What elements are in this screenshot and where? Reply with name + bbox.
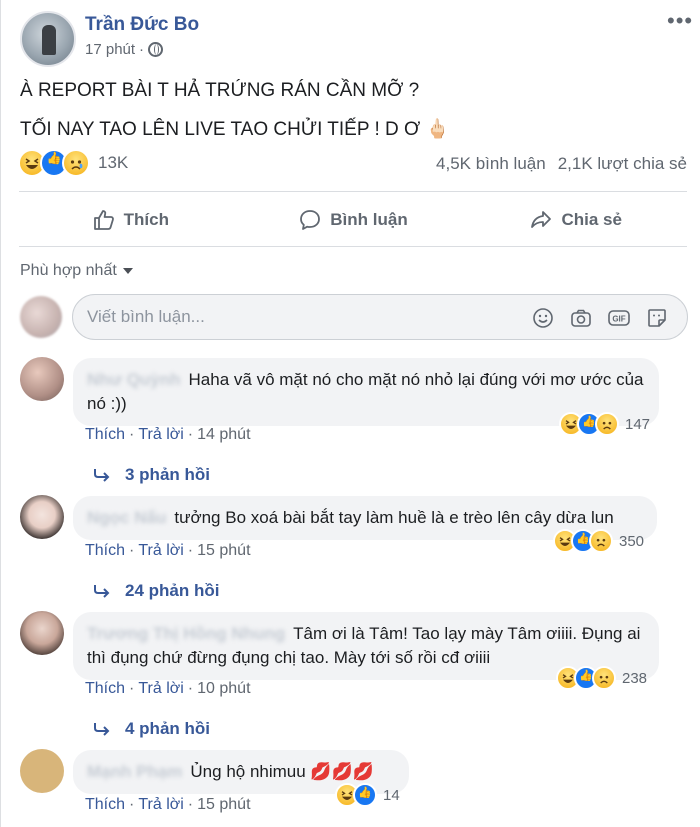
reaction-count: 13K (98, 153, 129, 172)
meta-separator: · (139, 41, 145, 58)
comment-like-link[interactable]: Thích (85, 542, 125, 559)
commenter-name[interactable]: Như Quỳnh (87, 370, 181, 389)
replies-count: 24 phản hồi (125, 581, 220, 600)
comment-actions: Thích · Trả lời · 15 phút (85, 542, 251, 559)
comment-reaction-count: 350 (619, 532, 645, 550)
author-avatar[interactable] (20, 11, 76, 67)
comment-reply-link[interactable]: Trả lời (138, 426, 183, 443)
action-bar: Thích Bình luận Chia sẻ (19, 196, 687, 244)
comment-reply-link[interactable]: Trả lời (138, 680, 183, 697)
author-name[interactable]: Trần Đức Bo (85, 14, 199, 36)
comment-time[interactable]: 15 phút (197, 542, 250, 559)
comment-sort-dropdown[interactable]: Phù hợp nhất (20, 262, 133, 280)
sticker-icon[interactable] (645, 306, 669, 330)
post-card: Trần Đức Bo 17 phút · ••• À REPORT BÀI T… (0, 0, 700, 827)
comment-time[interactable]: 14 phút (197, 426, 250, 443)
current-user-avatar (20, 296, 62, 338)
share-button[interactable]: Chia sẻ (464, 196, 687, 244)
svg-text:GIF: GIF (612, 315, 625, 324)
divider (19, 191, 687, 192)
divider (19, 246, 687, 247)
post-text-line: TỐI NAY TAO LÊN LIVE TAO CHỬI TIẾP ! D Ơ… (20, 119, 450, 140)
comment-button[interactable]: Bình luận (242, 196, 465, 244)
comment-reply-link[interactable]: Trả lời (138, 542, 183, 559)
reply-arrow-icon (94, 585, 110, 598)
comment-actions: Thích · Trả lời · 15 phút (85, 796, 251, 813)
comment-reaction-count: 238 (622, 669, 648, 687)
commenter-avatar[interactable] (20, 611, 64, 655)
sort-label: Phù hợp nhất (20, 262, 117, 279)
comment-reactions[interactable]: 14 (335, 782, 400, 808)
view-replies-link[interactable]: 3 phản hồi (93, 465, 210, 485)
share-button-label: Chia sẻ (561, 210, 622, 229)
comment-actions: Thích · Trả lời · 14 phút (85, 426, 251, 443)
comment-time[interactable]: 10 phút (197, 680, 250, 697)
comment-bubble-icon (300, 210, 321, 230)
share-arrow-icon (531, 211, 552, 228)
comment-reaction-count: 14 (383, 786, 400, 804)
sad-reaction-icon (62, 149, 90, 177)
view-replies-link[interactable]: 4 phản hồi (93, 719, 210, 739)
post-time[interactable]: 17 phút (85, 41, 135, 58)
like-button[interactable]: Thích (19, 196, 242, 244)
comment-actions: Thích · Trả lời · 10 phút (85, 680, 251, 697)
reply-arrow-icon (94, 469, 110, 482)
commenter-avatar[interactable] (20, 495, 64, 539)
camera-icon[interactable] (569, 306, 593, 330)
sad-reaction-icon (592, 666, 616, 690)
shares-count-link[interactable]: 2,1K lượt chia sẻ (558, 154, 687, 174)
like-reaction-icon (353, 783, 377, 807)
comment-input[interactable] (87, 306, 507, 328)
sad-reaction-icon (595, 412, 619, 436)
comment-text: tưởng Bo xoá bài bắt tay làm huề là e tr… (174, 508, 614, 527)
comment-like-link[interactable]: Thích (85, 426, 125, 443)
comment-reactions[interactable]: 147 (559, 411, 650, 437)
replies-count: 3 phản hồi (125, 465, 210, 484)
replies-count: 4 phản hồi (125, 719, 210, 738)
view-replies-link[interactable]: 24 phản hồi (93, 581, 219, 601)
comment-reply-link[interactable]: Trả lời (138, 796, 183, 813)
comment-time[interactable]: 15 phút (197, 796, 250, 813)
post-stats: 4,5K bình luận 2,1K lượt chia sẻ (436, 154, 687, 174)
caret-down-icon (122, 268, 133, 274)
commenter-avatar[interactable] (20, 749, 64, 793)
comment-text: Ủng hộ nhimuu 💋💋💋 (190, 762, 374, 781)
comment-reactions[interactable]: 350 (553, 528, 644, 554)
comment-like-link[interactable]: Thích (85, 796, 125, 813)
reply-arrow-icon (94, 723, 110, 736)
commenter-name[interactable]: Ngọc Nấu (87, 508, 166, 527)
sad-reaction-icon (589, 529, 613, 553)
comments-count-link[interactable]: 4,5K bình luận (436, 154, 546, 174)
emoji-icon[interactable] (531, 306, 555, 330)
post-meta: 17 phút · (85, 41, 164, 58)
comment-reactions[interactable]: 238 (556, 665, 647, 691)
gif-icon[interactable]: GIF (607, 306, 631, 330)
comment-composer[interactable]: GIF (72, 294, 688, 340)
globe-icon[interactable] (148, 42, 164, 57)
commenter-name[interactable]: Trương Thị Hồng Nhung (87, 624, 285, 643)
like-button-label: Thích (123, 210, 169, 229)
comment-reaction-count: 147 (625, 415, 651, 433)
comment-button-label: Bình luận (330, 210, 408, 229)
commenter-avatar[interactable] (20, 357, 64, 401)
commenter-name[interactable]: Mạnh Phạm (87, 762, 182, 781)
reaction-summary[interactable]: 13K (18, 149, 128, 177)
post-text-line: À REPORT BÀI T HẢ TRỨNG RÁN CẦN MỠ ? (20, 80, 420, 101)
thumbs-up-icon (93, 210, 114, 230)
more-options-icon[interactable]: ••• (667, 8, 693, 34)
comment-like-link[interactable]: Thích (85, 680, 125, 697)
